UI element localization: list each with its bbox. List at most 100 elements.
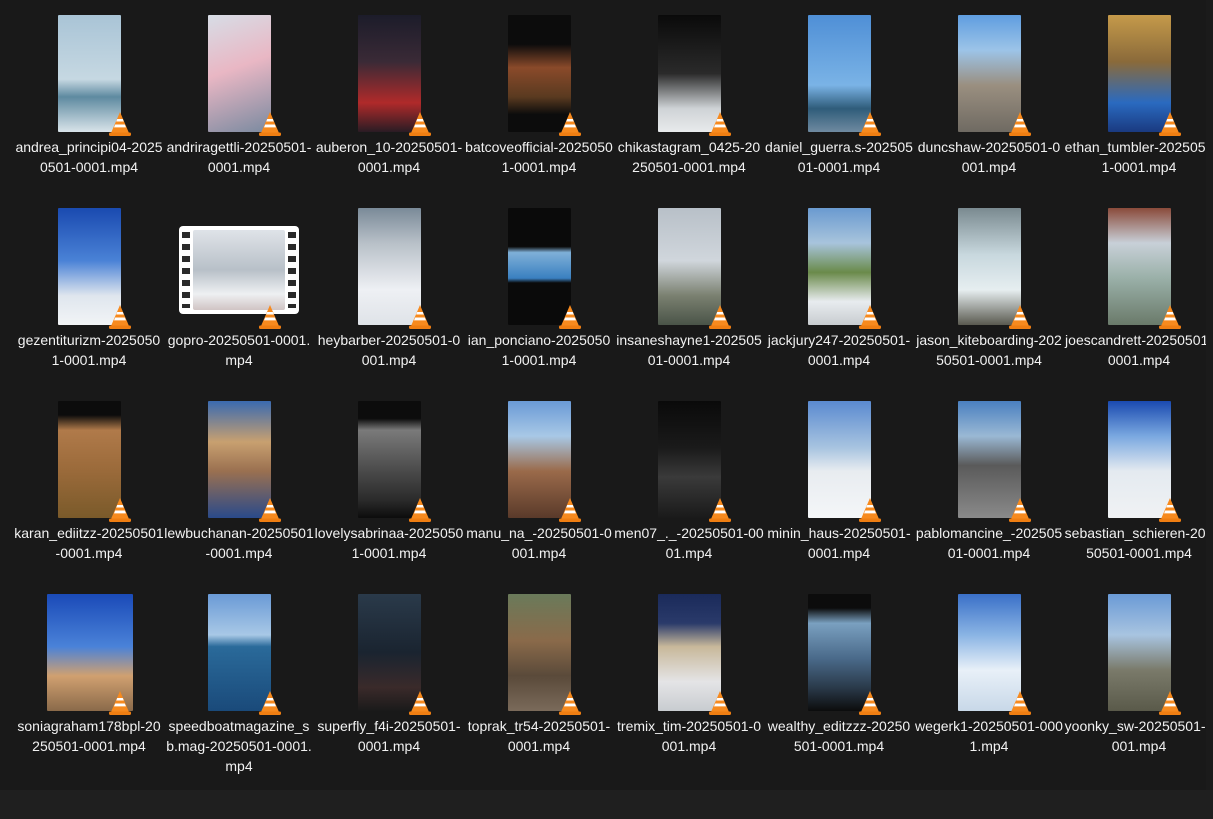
file-item[interactable]: sebastian_schieren-20250501-0001.mp4 [1064,396,1213,589]
file-item[interactable]: gopro-20250501-0001.mp4 [164,203,314,396]
file-name-label: yoonky_sw-20250501-0001.mp4 [1064,718,1213,754]
file-item[interactable]: andrea_principi04-20250501-0001.mp4 [14,10,164,203]
vlc-cone-icon [259,691,281,715]
file-name-label: ian_ponciano-20250501-0001.mp4 [467,332,611,368]
vlc-cone-icon [259,112,281,136]
file-name-label: men07_._-20250501-0001.mp4 [614,525,764,561]
video-thumbnail [179,226,299,314]
vlc-cone-icon [1009,112,1031,136]
file-item[interactable]: batcoveofficial-20250501-0001.mp4 [464,10,614,203]
file-thumbnail-area [14,594,164,716]
file-item[interactable]: karan_ediitzz-20250501-0001.mp4 [14,396,164,589]
file-name-label: insaneshayne1-20250501-0001.mp4 [616,332,762,368]
file-name-label: wealthy_editzzz-20250501-0001.mp4 [767,718,911,754]
file-name-label: speedboatmagazine_sb.mag-20250501-0001.m… [166,718,312,774]
file-thumbnail-area [764,594,914,716]
file-thumbnail-area [614,401,764,523]
file-item[interactable]: lewbuchanan-20250501-0001.mp4 [164,396,314,589]
file-thumbnail-area [464,208,614,330]
vlc-cone-icon [1159,691,1181,715]
file-thumbnail-area [464,594,614,716]
file-item[interactable]: yoonky_sw-20250501-0001.mp4 [1064,589,1213,782]
file-item[interactable]: manu_na_-20250501-0001.mp4 [464,396,614,589]
status-bar [0,790,1213,819]
file-thumbnail-area [1064,208,1213,330]
vlc-cone-icon [259,498,281,522]
file-item[interactable]: daniel_guerra.s-20250501-0001.mp4 [764,10,914,203]
file-item[interactable]: men07_._-20250501-0001.mp4 [614,396,764,589]
file-name-label: auberon_10-20250501-0001.mp4 [315,139,463,175]
file-name-label: lovelysabrinaa-20250501-0001.mp4 [314,525,464,561]
file-item[interactable]: gezentiturizm-20250501-0001.mp4 [14,203,164,396]
file-thumbnail-area [764,15,914,137]
file-item[interactable]: duncshaw-20250501-0001.mp4 [914,10,1064,203]
vlc-cone-icon [1009,305,1031,329]
file-item[interactable]: speedboatmagazine_sb.mag-20250501-0001.m… [164,589,314,782]
file-item[interactable]: heybarber-20250501-0001.mp4 [314,203,464,396]
file-thumbnail-area [614,208,764,330]
file-thumbnail-area [164,208,314,330]
file-item[interactable]: jackjury247-20250501-0001.mp4 [764,203,914,396]
file-thumbnail-area [764,401,914,523]
film-strip-holes [182,232,190,308]
vlc-cone-icon [859,691,881,715]
file-thumbnail-area [614,15,764,137]
vlc-cone-icon [559,305,581,329]
file-item[interactable]: soniagraham178bpl-20250501-0001.mp4 [14,589,164,782]
file-thumbnail-area [1064,15,1213,137]
vlc-cone-icon [1009,498,1031,522]
file-view-pane: andrea_principi04-20250501-0001.mp4 andr… [0,0,1213,790]
file-thumbnail-area [14,401,164,523]
file-name-label: gezentiturizm-20250501-0001.mp4 [17,332,161,368]
file-name-label: duncshaw-20250501-0001.mp4 [917,139,1061,175]
file-name-label: joescandrett-20250501-0001.mp4 [1065,332,1213,368]
file-name-label: superfly_f4i-20250501-0001.mp4 [317,718,461,754]
file-item[interactable]: auberon_10-20250501-0001.mp4 [314,10,464,203]
file-name-label: wegerk1-20250501-0001.mp4 [915,718,1063,754]
file-name-label: manu_na_-20250501-0001.mp4 [466,525,612,561]
vlc-cone-icon [859,498,881,522]
file-name-label: ethan_tumbler-20250501-0001.mp4 [1064,139,1213,175]
file-item[interactable]: tremix_tim-20250501-0001.mp4 [614,589,764,782]
vlc-cone-icon [1159,112,1181,136]
file-item[interactable]: superfly_f4i-20250501-0001.mp4 [314,589,464,782]
vlc-cone-icon [259,305,281,329]
file-item[interactable]: andriragettli-20250501-0001.mp4 [164,10,314,203]
file-item[interactable]: lovelysabrinaa-20250501-0001.mp4 [314,396,464,589]
file-item[interactable]: toprak_tr54-20250501-0001.mp4 [464,589,614,782]
file-item[interactable]: ethan_tumbler-20250501-0001.mp4 [1064,10,1213,203]
vlc-cone-icon [409,498,431,522]
file-item[interactable]: pablomancine_-20250501-0001.mp4 [914,396,1064,589]
file-item[interactable]: ian_ponciano-20250501-0001.mp4 [464,203,614,396]
file-name-label: andriragettli-20250501-0001.mp4 [166,139,312,175]
file-name-label: jason_kiteboarding-20250501-0001.mp4 [916,332,1062,368]
file-thumbnail-area [464,15,614,137]
file-item[interactable]: joescandrett-20250501-0001.mp4 [1064,203,1213,396]
file-item[interactable]: chikastagram_0425-20250501-0001.mp4 [614,10,764,203]
file-name-label: batcoveofficial-20250501-0001.mp4 [465,139,613,175]
file-name-label: daniel_guerra.s-20250501-0001.mp4 [765,139,913,175]
scrollbar-track[interactable] [1206,0,1213,790]
file-item[interactable]: minin_haus-20250501-0001.mp4 [764,396,914,589]
vlc-cone-icon [859,112,881,136]
file-thumbnail-area [914,208,1064,330]
file-item[interactable]: jason_kiteboarding-20250501-0001.mp4 [914,203,1064,396]
file-thumbnail-area [1064,401,1213,523]
file-thumbnail-area [164,594,314,716]
file-thumbnail-area [164,401,314,523]
file-thumbnail-area [1064,594,1213,716]
vlc-cone-icon [109,691,131,715]
file-item[interactable]: insaneshayne1-20250501-0001.mp4 [614,203,764,396]
file-thumbnail-area [314,208,464,330]
file-name-label: jackjury247-20250501-0001.mp4 [767,332,911,368]
file-item[interactable]: wealthy_editzzz-20250501-0001.mp4 [764,589,914,782]
file-name-label: lewbuchanan-20250501-0001.mp4 [164,525,314,561]
file-name-label: heybarber-20250501-0001.mp4 [317,332,461,368]
film-strip-holes [288,232,296,308]
file-thumbnail-area [464,401,614,523]
vlc-cone-icon [1159,305,1181,329]
vlc-cone-icon [1159,498,1181,522]
vlc-cone-icon [409,691,431,715]
video-frame [193,230,285,310]
file-item[interactable]: wegerk1-20250501-0001.mp4 [914,589,1064,782]
